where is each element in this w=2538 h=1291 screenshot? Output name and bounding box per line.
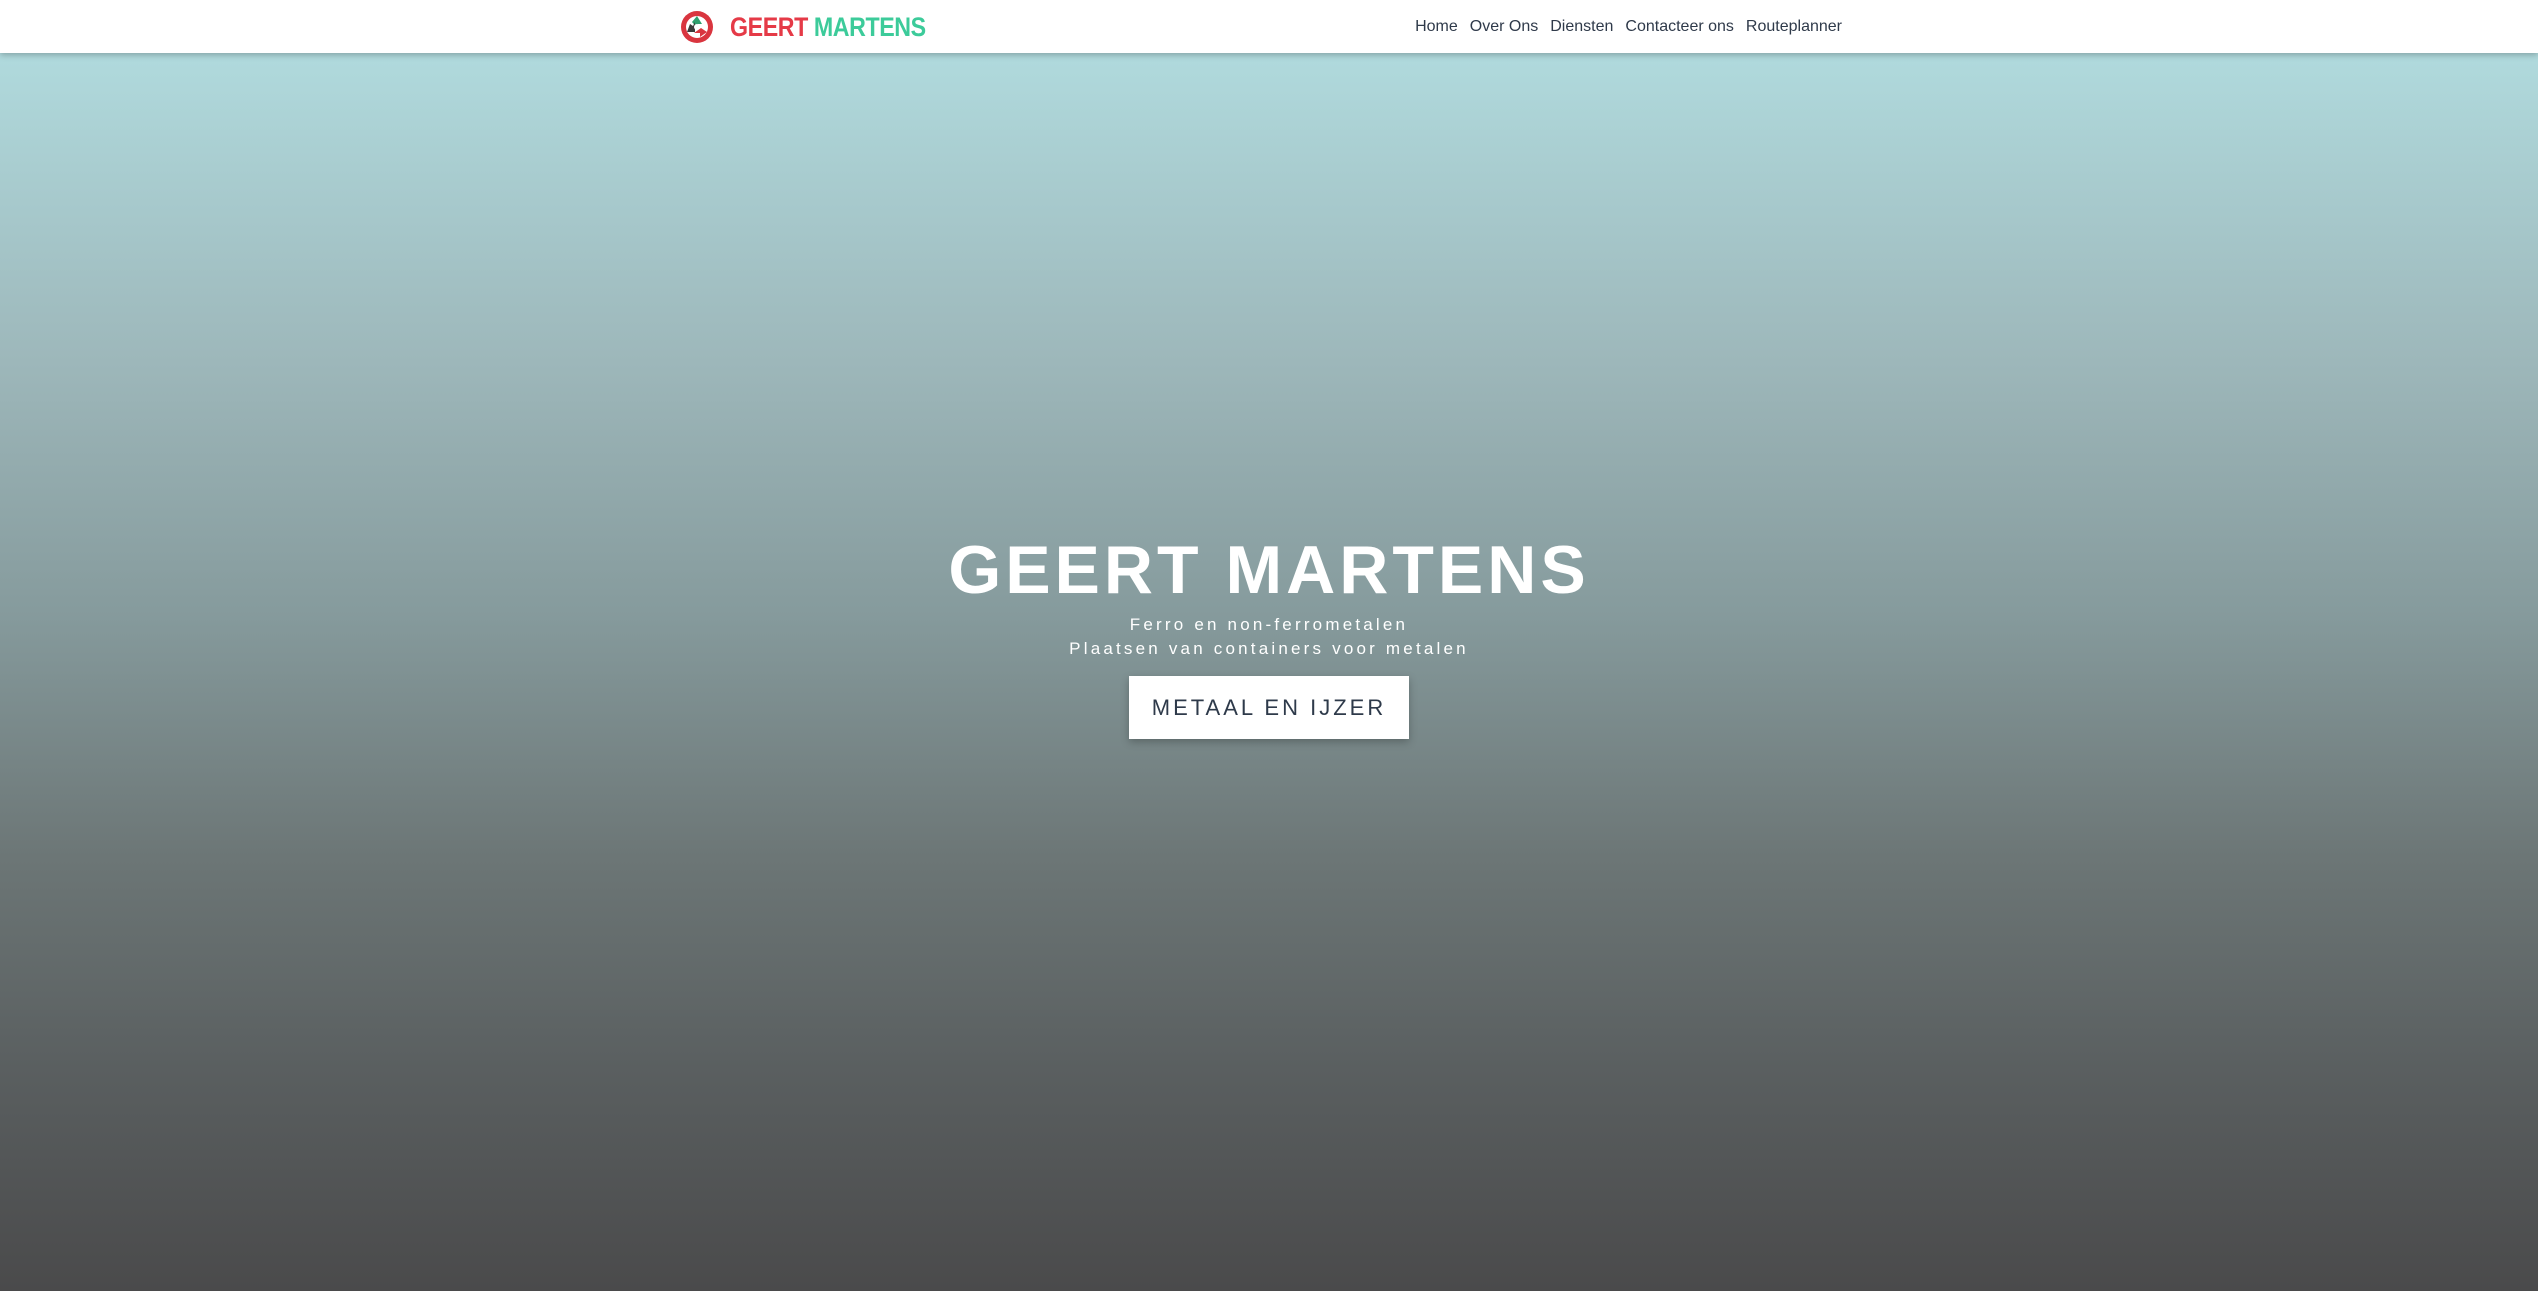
hero-content: GEERT MARTENS Ferro en non-ferrometalen … [0,531,2538,739]
brand-name-geert: GEERT [730,11,808,42]
recycle-logo-icon [680,10,714,44]
metaal-en-ijzer-button[interactable]: METAAL EN IJZER [1129,676,1409,739]
brand-home-link[interactable]: GEERT MARTENS [680,10,958,44]
navbar: GEERT MARTENS Home Over Ons Diensten Con… [0,0,2538,53]
brand-name-martens: MARTENS [813,11,926,42]
main-nav-menu: Home Over Ons Diensten Contacteer ons Ro… [1403,0,1842,53]
hero-title: GEERT MARTENS [948,532,1590,608]
hero-subtitle-line2: Plaatsen van containers voor metalen [1069,639,1469,658]
nav-diensten-link[interactable]: Diensten [1550,18,1613,35]
hero-subtitle-line1: Ferro en non-ferrometalen [1129,615,1409,634]
nav-home-link[interactable]: Home [1415,18,1458,35]
brand-name: GEERT MARTENS [730,12,926,43]
hero-section: GEERT MARTENS Ferro en non-ferrometalen … [0,53,2538,1291]
nav-over-ons-link[interactable]: Over Ons [1470,18,1538,35]
nav-routeplanner-link[interactable]: Routeplanner [1746,18,1842,35]
nav-contacteer-ons-link[interactable]: Contacteer ons [1625,18,1734,35]
